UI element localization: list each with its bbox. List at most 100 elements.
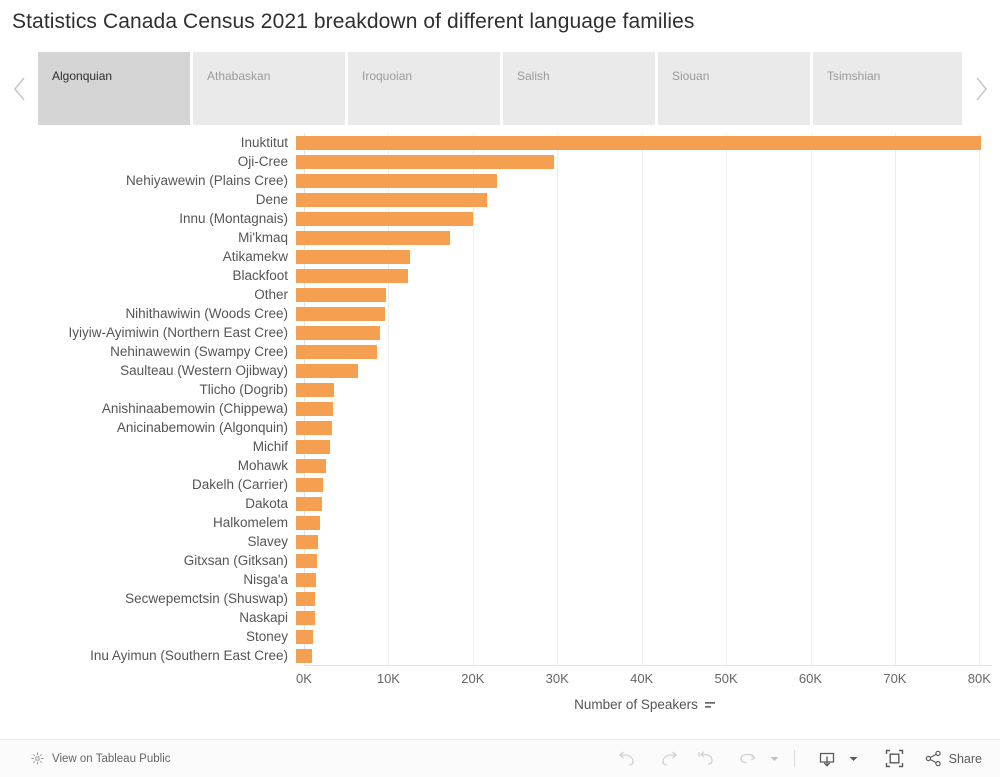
share-button[interactable]: Share	[925, 750, 982, 767]
view-on-tableau-public-link[interactable]: View on Tableau Public	[30, 751, 171, 766]
bar[interactable]	[296, 477, 323, 492]
bar-cell	[296, 304, 992, 323]
bar[interactable]	[296, 249, 410, 264]
bar-cell	[296, 209, 992, 228]
bar-cell	[296, 266, 992, 285]
bar-cell	[296, 399, 992, 418]
bar-row: Nehinawewin (Swampy Cree)	[8, 342, 992, 361]
bar[interactable]	[296, 230, 451, 245]
bar-row-label: Anicinabemowin (Algonquin)	[116, 420, 288, 435]
tab-iroquoian[interactable]: Iroquoian	[348, 52, 500, 125]
sort-descending-icon[interactable]	[704, 699, 716, 711]
bar-row-label: Slavey	[247, 534, 288, 549]
bar-cell	[296, 285, 992, 304]
tab-prev-arrow[interactable]	[0, 52, 38, 125]
bar-row: Dene	[8, 190, 992, 209]
bar[interactable]	[296, 135, 982, 150]
bar-row: Saulteau (Western Ojibway)	[8, 361, 992, 380]
bar[interactable]	[296, 382, 334, 397]
bar-cell	[296, 247, 992, 266]
bar-cell	[296, 494, 992, 513]
bar-row: Dakota	[8, 494, 992, 513]
redo-button[interactable]	[648, 744, 688, 774]
toolbar-divider	[793, 750, 795, 767]
bar[interactable]	[296, 534, 318, 549]
bar[interactable]	[296, 287, 387, 302]
bar[interactable]	[296, 192, 487, 207]
refresh-icon	[739, 753, 756, 763]
bar-row-label: Halkomelem	[212, 515, 288, 530]
bar-row-label: Saulteau (Western Ojibway)	[120, 363, 288, 378]
bar-row-label: Gitxsan (Gitksan)	[183, 553, 288, 568]
tab-siouan[interactable]: Siouan	[658, 52, 810, 125]
tab-next-arrow[interactable]	[962, 52, 1000, 125]
bar[interactable]	[296, 420, 333, 435]
x-tick-label: 0K	[296, 671, 312, 686]
download-dropdown-caret[interactable]	[847, 756, 861, 762]
undo-button[interactable]	[608, 744, 648, 774]
bar[interactable]	[296, 629, 313, 644]
bar-cell	[296, 133, 992, 152]
tab-tsimshian[interactable]: Tsimshian	[813, 52, 962, 125]
bar[interactable]	[296, 439, 330, 454]
fullscreen-button[interactable]	[875, 744, 915, 774]
bar-row-label: Dakelh (Carrier)	[191, 477, 288, 492]
tab-label: Algonquian	[52, 69, 113, 83]
download-icon	[819, 752, 834, 767]
x-axis-title[interactable]: Number of Speakers	[0, 697, 1000, 712]
tab-athabaskan[interactable]: Athabaskan	[193, 52, 345, 125]
bar[interactable]	[296, 325, 380, 340]
bar-row: Inuktitut	[8, 133, 992, 152]
bar[interactable]	[296, 496, 323, 511]
bar-cell	[296, 570, 992, 589]
bar[interactable]	[296, 610, 315, 625]
bar-cell	[296, 171, 992, 190]
tab-algonquian[interactable]: Algonquian	[38, 52, 190, 125]
bar[interactable]	[296, 401, 334, 416]
x-tick-label: 10K	[376, 671, 400, 686]
bar[interactable]	[296, 306, 385, 321]
bar-row-label: Iyiyiw-Ayimiwin (Northern East Cree)	[68, 325, 288, 340]
bar[interactable]	[296, 173, 497, 188]
bar-row-label: Nehiyawewin (Plains Cree)	[125, 173, 288, 188]
x-tick-label: 70K	[883, 671, 907, 686]
tab-salish[interactable]: Salish	[503, 52, 655, 125]
bar[interactable]	[296, 154, 555, 169]
bar-row-label: Anishinaabemowin (Chippewa)	[101, 401, 288, 416]
bar-cell	[296, 228, 992, 247]
redo-icon	[661, 751, 677, 765]
chevron-down-icon	[849, 756, 858, 761]
bar[interactable]	[296, 591, 316, 606]
bar[interactable]	[296, 648, 313, 663]
bar[interactable]	[296, 344, 378, 359]
chevron-left-icon	[13, 76, 25, 101]
bar[interactable]	[296, 458, 327, 473]
bar-row-label: Mohawk	[237, 458, 288, 473]
bar[interactable]	[296, 553, 318, 568]
bar-row-label: Atikamekw	[222, 249, 288, 264]
bar[interactable]	[296, 268, 409, 283]
reset-button[interactable]	[688, 744, 728, 774]
refresh-button[interactable]	[728, 744, 768, 774]
bar[interactable]	[296, 363, 359, 378]
bar-row-label: Mi'kmaq	[238, 230, 288, 245]
bar-row: Secwepemctsin (Shuswap)	[8, 589, 992, 608]
bar-row-label: Blackfoot	[232, 268, 288, 283]
view-on-tableau-public-label: View on Tableau Public	[52, 752, 171, 765]
bar-row-label: Other	[254, 287, 288, 302]
refresh-dropdown-caret[interactable]	[768, 756, 782, 762]
x-axis: 0K 10K 20K 30K 40K 50K 60K 70K 80K	[8, 665, 992, 689]
bar-row: Oji-Cree	[8, 152, 992, 171]
bar-row-label: Innu (Montagnais)	[179, 211, 288, 226]
download-button[interactable]	[807, 744, 847, 774]
bar[interactable]	[296, 211, 474, 226]
bar[interactable]	[296, 572, 317, 587]
bar-row-label: Tlicho (Dogrib)	[199, 382, 288, 397]
bar-row: Mi'kmaq	[8, 228, 992, 247]
bar-row: Nihithawiwin (Woods Cree)	[8, 304, 992, 323]
bar-row: Nisga'a	[8, 570, 992, 589]
bar[interactable]	[296, 515, 321, 530]
bar-row: Stoney	[8, 627, 992, 646]
bar-cell	[296, 627, 992, 646]
bar-cell	[296, 475, 992, 494]
